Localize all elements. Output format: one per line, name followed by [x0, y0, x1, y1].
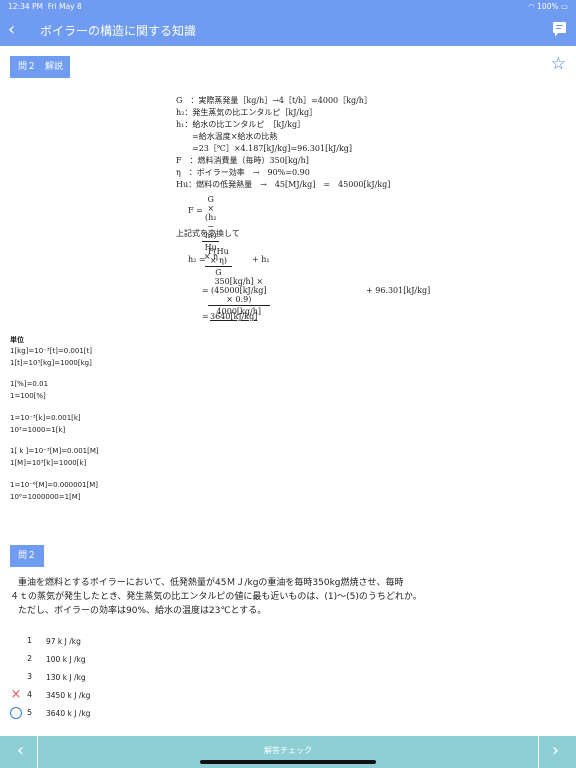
choice-mark — [10, 671, 22, 683]
choice-text: 100 k J /kg — [46, 655, 86, 664]
choice-1[interactable]: 1 97 k J /kg — [10, 635, 310, 651]
answer-check-button[interactable]: 解答チェック — [238, 745, 338, 756]
question-line: 重油を燃料とするボイラーにおいて、低発熱量が45ＭＪ/kgの重油を毎時350kg… — [18, 578, 404, 588]
battery-text: 100% — [537, 2, 559, 11]
unit-line: 1=10⁻⁶[M]=0.000001[M] — [10, 481, 98, 489]
choice-number: 3 — [27, 672, 33, 681]
unit-line: 1[M]=10³[k]=1000[k] — [10, 459, 87, 467]
status-bar: 12:34 PM Fri May 8 ◠ 100% ▭ — [0, 0, 576, 14]
formula-line: F ：燃料消費量（毎時）350[kg/h] — [176, 156, 309, 165]
transform-text: 上記式を変換して — [176, 229, 240, 238]
page-title: ボイラーの構造に関する知識 — [40, 24, 197, 38]
unit-line: 1=100[%] — [10, 392, 46, 400]
formula-line: η ：ボイラー効率 → 90%=0.90 — [176, 168, 310, 177]
status-time: 12:34 PM Fri May 8 — [8, 2, 82, 11]
home-indicator — [200, 760, 376, 764]
choice-3[interactable]: 3 130 k J /kg — [10, 671, 310, 687]
calc-numerator: 350[kg/h] × (45000[kJ/kg] × 0.9) — [208, 277, 270, 306]
question-line: ４ｔの蒸気が発生したとき、発生蒸気の比エンタルピの値に最も近いものは、(1)〜(… — [10, 592, 422, 602]
question-label: 問２ — [10, 545, 44, 567]
next-button[interactable]: › — [538, 736, 572, 768]
choice-number: 2 — [27, 654, 33, 663]
previous-button[interactable]: ‹ — [4, 736, 38, 768]
unit-line: 10³=1000=1[k] — [10, 426, 66, 434]
h2-plus: + h₁ — [252, 255, 270, 264]
choice-text: 97 k J /kg — [46, 637, 81, 646]
choice-number: 1 — [27, 636, 33, 645]
formula-line: =給水温度×給水の比熱 — [176, 132, 278, 141]
formula-line: Hu：燃料の低発熱量 → 45[MJ/kg] = 45000[kJ/kg] — [176, 180, 391, 189]
wrong-mark-icon: × — [10, 687, 22, 702]
h2-label: h₂ = — [188, 255, 206, 264]
calc-plus: + 96.301[kJ/kg] — [366, 286, 431, 295]
unit-line: 1=10⁻³[k]=0.001[k] — [10, 414, 81, 422]
choice-mark — [10, 635, 22, 647]
unit-line: 10⁶=1000000=1[M] — [10, 493, 81, 501]
battery-icon: ▭ — [560, 2, 568, 11]
unit-line: 1[ k ]=10⁻³[M]=0.001[M] — [10, 447, 99, 455]
choice-number: 5 — [27, 708, 33, 717]
choice-4[interactable]: × 4 3450 k J /kg — [10, 687, 310, 705]
unit-line: 1[t]=10³[kg]=1000[kg] — [10, 359, 92, 367]
star-icon[interactable]: ☆ — [551, 56, 566, 73]
choice-text: 3640 k J /kg — [46, 709, 91, 718]
choice-text: 130 k J /kg — [46, 673, 86, 682]
choice-mark — [10, 653, 22, 665]
memo-icon[interactable] — [553, 22, 566, 37]
units-heading: 単位 — [10, 336, 24, 344]
formula-line: h₁：給水の比エンタルピ ［kJ/kg］ — [176, 120, 306, 129]
formula-line: =23［℃］×4.187[kJ/kg]=96.301[kJ/kg] — [176, 144, 353, 153]
status-right: ◠ 100% ▭ — [528, 2, 568, 11]
unit-line: 1[kg]=10⁻³[t]=0.001[t] — [10, 347, 93, 355]
h2-numerator: F(Hu × η) — [205, 247, 232, 267]
chevron-left-icon: ‹ — [16, 740, 25, 761]
time-text: 12:34 PM — [8, 2, 43, 11]
explanation-label: 問２ 解説 — [10, 56, 70, 78]
correct-mark-icon — [10, 707, 22, 719]
back-icon[interactable]: ‹ — [8, 19, 15, 40]
choice-5[interactable]: 5 3640 k J /kg — [10, 707, 310, 723]
h2-denominator: G — [215, 268, 222, 277]
f-label: F = — [188, 206, 203, 215]
h2-fraction: F(Hu × η) G — [205, 247, 232, 277]
navigation-bar: ‹ ボイラーの構造に関する知識 — [0, 14, 576, 46]
choice-2[interactable]: 2 100 k J /kg — [10, 653, 310, 669]
calc-fraction: 350[kg/h] × (45000[kJ/kg] × 0.9) 4000[kg… — [208, 277, 270, 316]
question-text: 重油を燃料とするボイラーにおいて、低発熱量が45ＭＪ/kgの重油を毎時350kg… — [10, 576, 566, 618]
wifi-icon: ◠ — [528, 2, 535, 11]
formula-line: h₂：発生蒸気の比エンタルピ［kJ/kg］ — [176, 108, 318, 117]
chevron-right-icon: › — [551, 740, 560, 761]
equals-sign: = — [202, 312, 209, 321]
formula-line: G ：実際蒸発量［kg/h］→4［t/h］=4000［kg/h］ — [176, 96, 372, 105]
result-value: 3640[kJ/kg] — [210, 312, 258, 321]
question-line: ただし、ボイラーの効率は90%、給水の温度は23℃とする。 — [18, 606, 267, 616]
choice-number: 4 — [27, 690, 33, 699]
date-text: Fri May 8 — [47, 2, 82, 11]
unit-line: 1[%]=0.01 — [10, 380, 49, 388]
choice-text: 3450 k J /kg — [46, 691, 91, 700]
